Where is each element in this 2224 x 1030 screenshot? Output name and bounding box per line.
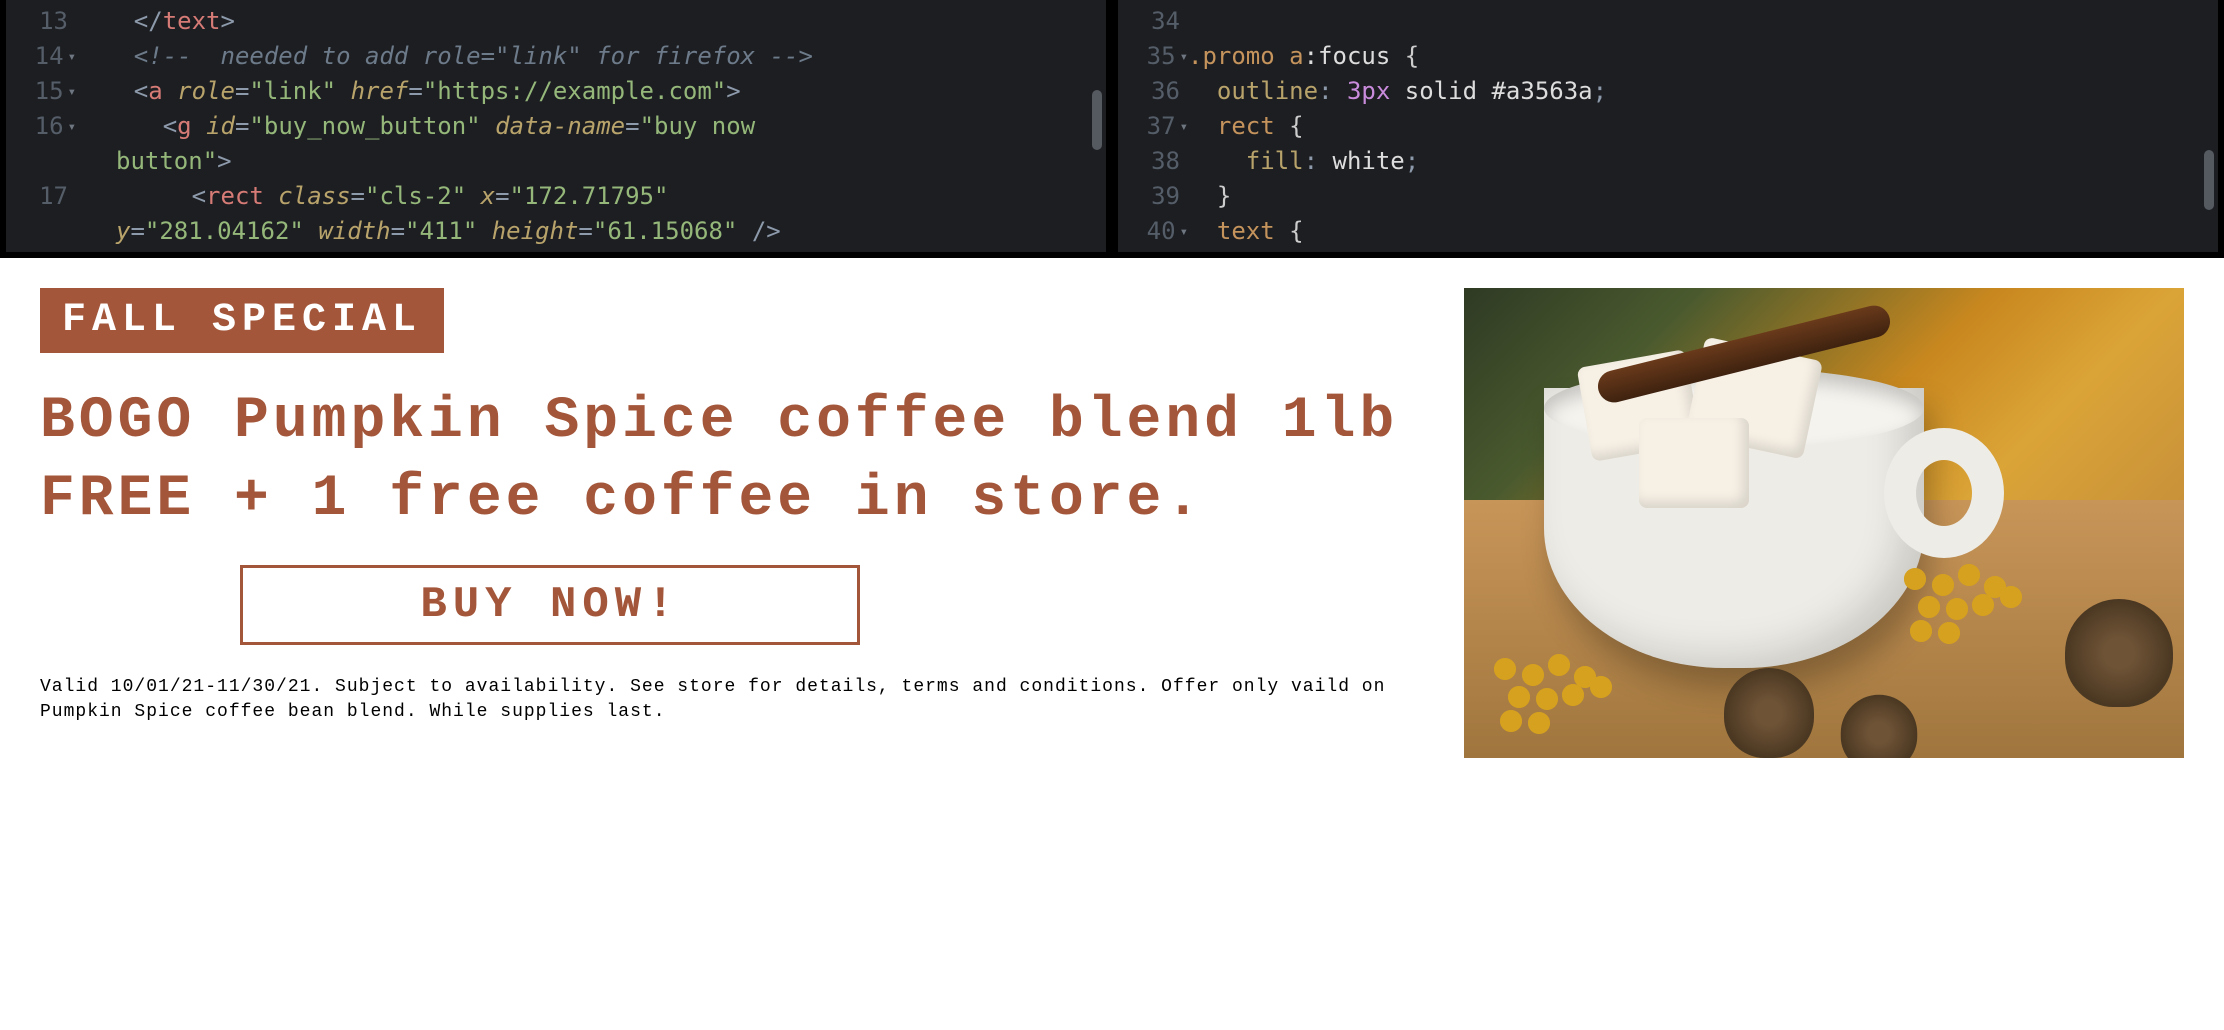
css-editor-panel[interactable]: 3435363738394041 .promo a:focus { outlin… — [1118, 0, 2218, 252]
berries-icon — [1494, 658, 1654, 758]
html-code[interactable]: </text> <!-- needed to add role="link" f… — [76, 0, 1106, 252]
promo-badge: FALL SPECIAL — [40, 288, 444, 353]
buy-now-button[interactable]: BUY NOW! — [240, 565, 860, 645]
berries-icon — [1904, 568, 2064, 668]
promo-image — [1464, 288, 2184, 758]
scrollbar-vertical[interactable] — [2204, 150, 2214, 210]
scrollbar-vertical[interactable] — [1092, 90, 1102, 150]
marshmallow-icon — [1639, 418, 1749, 508]
css-code[interactable]: .promo a:focus { outline: 3px solid #a35… — [1188, 0, 2218, 252]
html-editor-panel[interactable]: 131415161718 </text> <!-- needed to add … — [6, 0, 1106, 252]
promo-fineprint: Valid 10/01/21-11/30/21. Subject to avai… — [40, 675, 1404, 725]
pinecone-icon — [1724, 668, 1814, 758]
code-editors-row: 131415161718 </text> <!-- needed to add … — [0, 0, 2224, 258]
promo-preview: FALL SPECIAL BOGO Pumpkin Spice coffee b… — [0, 258, 2224, 778]
css-gutter: 3435363738394041 — [1118, 0, 1188, 252]
html-gutter: 131415161718 — [6, 0, 76, 252]
promo-text-column: FALL SPECIAL BOGO Pumpkin Spice coffee b… — [40, 288, 1404, 758]
pinecone-icon — [2065, 599, 2173, 707]
promo-headline: BOGO Pumpkin Spice coffee blend 1lb FREE… — [40, 383, 1404, 540]
